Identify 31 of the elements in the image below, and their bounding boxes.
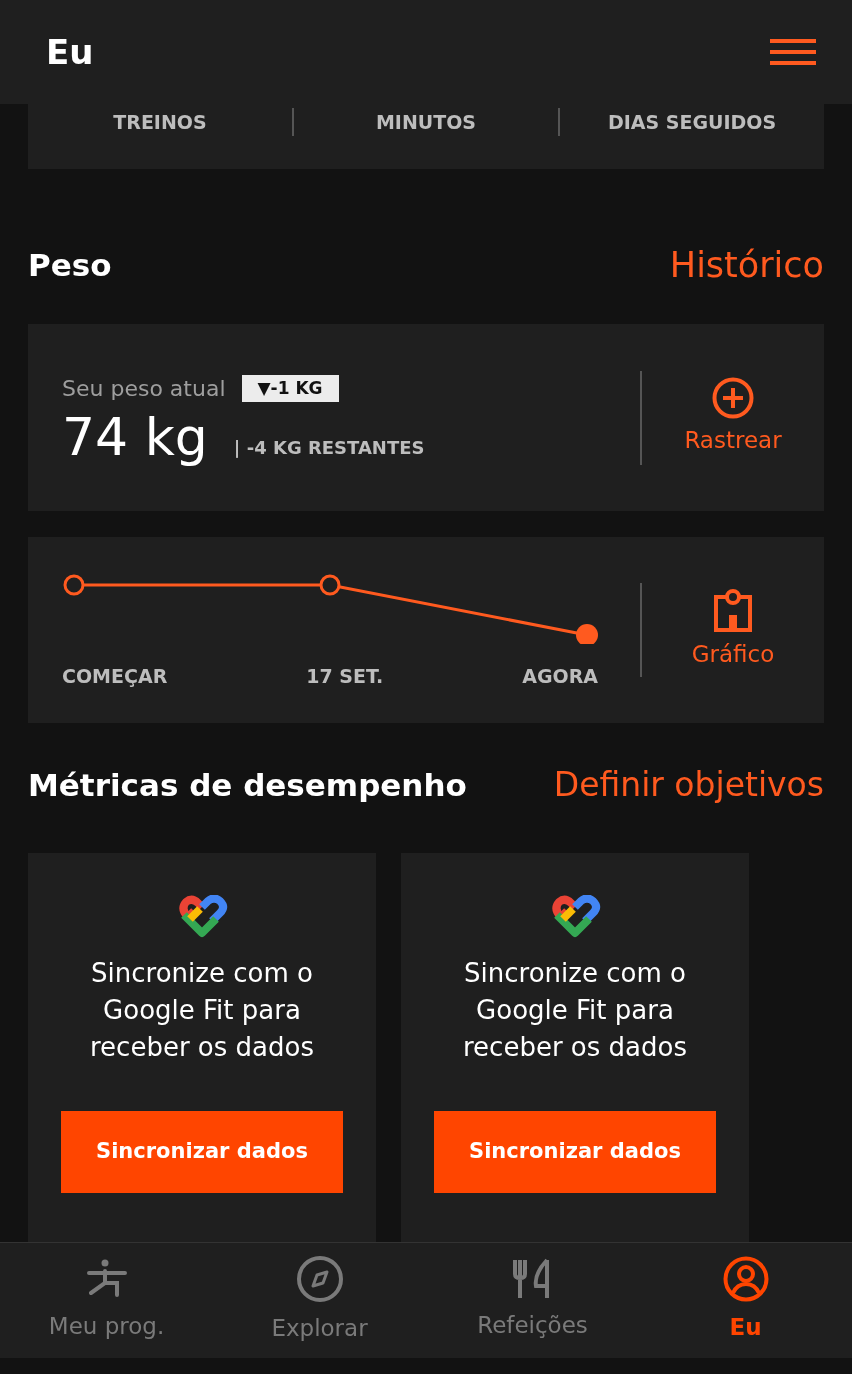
menu-icon[interactable] [770,39,816,65]
nav-tab[interactable]: Meu prog. [0,1243,213,1358]
stat-label: MINUTOS [375,109,477,135]
chart-button[interactable]: Gráfico [642,588,824,672]
remaining-text: | -4 KG RESTANTES [233,436,425,460]
section-title: Peso [28,245,112,285]
nav-tab[interactable]: Explorar [213,1243,426,1358]
profile-icon [722,1256,769,1303]
stat-label: DIAS SEGUIDOS [607,109,777,135]
stat-label: TREINOS [113,109,207,135]
plus-circle-icon [712,377,754,420]
sync-button[interactable]: Sincronizar dados [434,1111,716,1193]
history-link[interactable]: Histórico [669,238,824,292]
heart-logo-icon [176,895,228,939]
trend-label: COMEÇAR [62,663,168,689]
compass-icon [295,1255,344,1304]
section-title: Métricas de desempenho [28,765,467,805]
page-title: Eu [46,30,94,74]
sync-button[interactable]: Sincronizar dados [61,1111,343,1193]
nav-tab[interactable]: Refeições [426,1243,639,1358]
trend-label: AGORA [522,663,598,689]
nav-tab[interactable]: Eu [639,1243,852,1358]
change-badge: ▼-1 KG [241,374,339,403]
heart-logo-icon [549,895,601,939]
sync-message: Sincronize com o Google Fit para receber os dados [462,957,688,1064]
clipboard-icon [713,588,753,633]
sync-message: Sincronize com o Google Fit para receber os dados [89,957,315,1064]
trend-label: 17 SET. [306,663,384,689]
track-button[interactable]: Rastrear [642,377,824,458]
set-goals-link[interactable]: Definir objetivos [553,760,824,810]
weight-label: Seu peso atual [62,375,226,403]
